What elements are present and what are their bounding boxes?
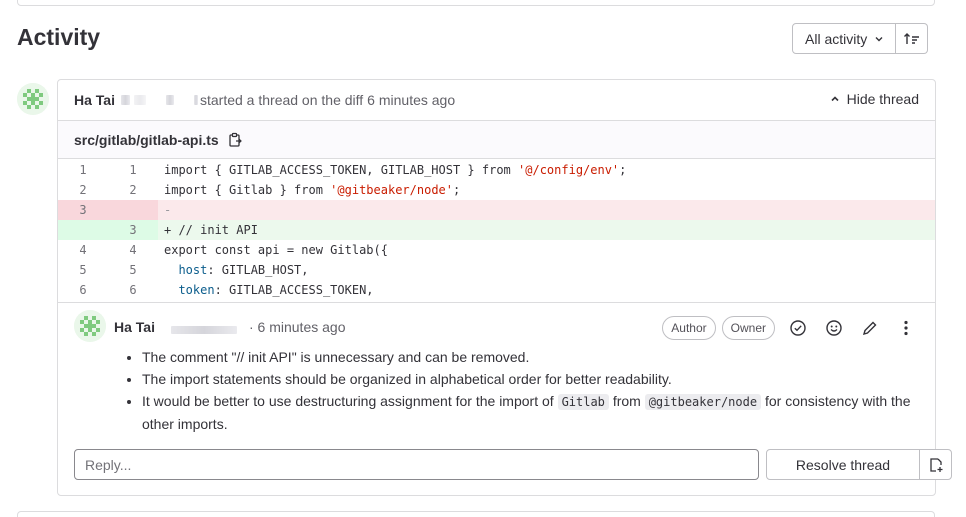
diff-code: import { GITLAB_ACCESS_TOKEN, GITLAB_HOS… [164,163,627,177]
diff-line: 6 6 token: GITLAB_ACCESS_TOKEN, [58,280,935,300]
diff-code: token: GITLAB_ACCESS_TOKEN, [178,283,374,297]
note-author-name[interactable]: Ha Tai [114,319,155,335]
chevron-down-icon [875,36,883,41]
note-actions: Author Owner [662,315,919,341]
file-path[interactable]: src/gitlab/gitlab-api.ts [74,132,219,148]
note-bullet: The comment "// init API" is unnecessary… [142,346,922,368]
new-line-number: 3 [108,220,158,240]
sort-direction-button[interactable] [896,23,929,54]
hide-thread-label: Hide thread [846,91,919,107]
activity-filter-dropdown[interactable]: All activity [792,23,897,54]
new-line-number [108,200,158,220]
old-line-number [58,220,108,240]
author-avatar[interactable] [17,83,49,115]
diff-code: + // init API [164,223,258,237]
diff-view: 1 1 import { GITLAB_ACCESS_TOKEN, GITLAB… [58,160,935,300]
reply-input[interactable]: Reply... [74,449,759,480]
create-issue-button[interactable] [919,449,952,480]
redacted-username [170,326,237,334]
note-timestamp[interactable]: · 6 minutes ago [249,319,346,335]
note-bullet: The import statements should be organize… [142,368,922,390]
hide-thread-button[interactable]: Hide thread [829,91,919,107]
owner-badge: Owner [721,316,775,340]
old-line-number: 5 [79,263,87,277]
thread-note: Ha Tai · 6 minutes ago Author Owner The … [58,302,952,496]
activity-heading: Activity [17,24,101,50]
chevron-up-icon [831,96,839,102]
inline-code: Gitlab [557,394,609,410]
old-line-number: 6 [79,283,87,297]
new-line-number: 2 [129,183,137,197]
old-line-number: 3 [58,200,108,220]
diff-code: host: GITLAB_HOST, [178,263,309,277]
thread-timestamp[interactable]: 6 minutes ago [367,92,455,108]
note-header: Ha Tai · 6 minutes ago [114,319,345,335]
more-actions-icon[interactable] [893,315,919,341]
activity-filter-label: All activity [805,30,868,47]
new-line-number: 6 [129,283,137,297]
old-line-number: 2 [79,183,87,197]
diff-line: 1 1 import { GITLAB_ACCESS_TOKEN, GITLAB… [58,160,935,180]
diff-line: 4 4 export const api = new Gitlab({ [58,240,935,260]
diff-file-header: src/gitlab/gitlab-api.ts [58,120,935,159]
diff-line: 5 5 host: GITLAB_HOST, [58,260,935,280]
discussion-thread: Ha Tai started a thread on the diff 6 mi… [57,79,952,496]
redacted-username [120,95,130,105]
new-line-number: 5 [129,263,137,277]
smiley-icon[interactable] [821,315,847,341]
note-bullet: It would be better to use destructuring … [142,390,922,435]
redacted-username [133,95,146,105]
diff-line: 2 2 import { Gitlab } from '@gitbeaker/n… [58,180,935,200]
thread-author-name[interactable]: Ha Tai [74,92,115,108]
old-line-number: 4 [79,243,87,257]
copy-icon[interactable] [227,132,243,148]
resolve-check-icon[interactable] [785,315,811,341]
redacted-username [165,95,174,105]
diff-line-added: 3 + // init API [58,220,935,240]
diff-line-removed: 3 - [58,200,935,220]
issue-new-icon [929,457,942,472]
sort-icon [903,32,919,44]
old-line-number: 1 [79,163,87,177]
diff-code: import { Gitlab } from '@gitbeaker/node'… [164,183,461,197]
previous-card [17,0,935,6]
author-badge: Author [662,316,716,340]
next-card [17,511,935,517]
pencil-icon[interactable] [857,315,883,341]
diff-code: - [164,203,172,217]
inline-code: @gitbeaker/node [644,394,762,410]
resolve-thread-button[interactable]: Resolve thread [766,449,920,480]
new-line-number: 4 [129,243,137,257]
thread-action: started a thread on the diff [199,92,364,108]
new-line-number: 1 [129,163,137,177]
thread-header: Ha Tai started a thread on the diff 6 mi… [58,80,935,120]
diff-code: export const api = new Gitlab({ [164,243,388,257]
note-body: The comment "// init API" is unnecessary… [142,346,922,435]
redacted-username [193,95,198,105]
note-author-avatar[interactable] [74,310,106,342]
activity-filter-group: All activity [792,23,929,54]
